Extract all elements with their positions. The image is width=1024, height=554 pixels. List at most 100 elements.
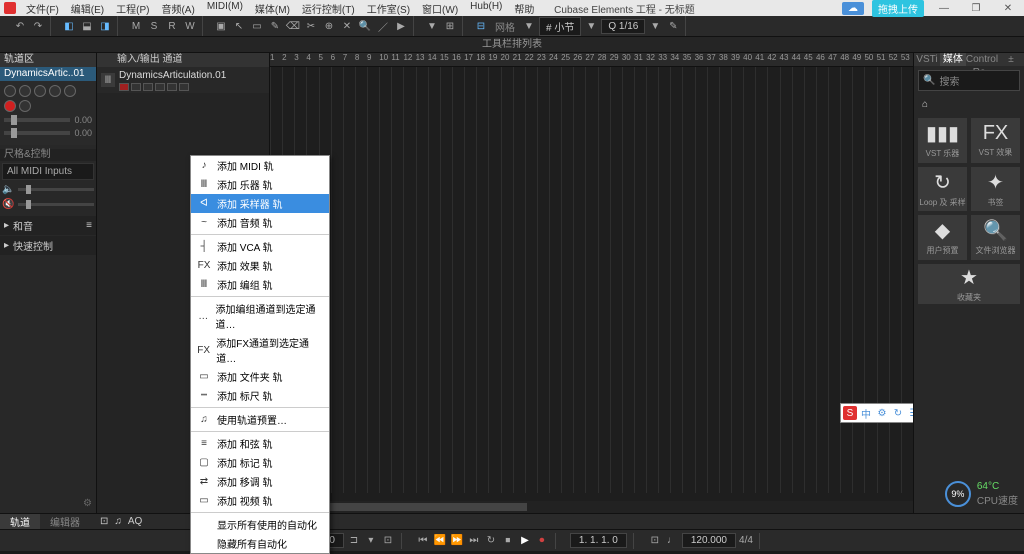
context-item[interactable]: ┤添加 VCA 轨 <box>191 237 329 256</box>
read-button[interactable]: R <box>164 18 180 34</box>
chord-section[interactable]: ▸和音≡ <box>0 216 96 235</box>
playhead-position[interactable]: 1. 1. 1. 0 <box>570 533 627 548</box>
fast-rewind-button[interactable]: ⏪ <box>433 535 447 546</box>
bottom-btn-1[interactable]: ⊡ <box>100 516 108 527</box>
solo-toggle[interactable] <box>19 85 31 97</box>
channel-fader[interactable] <box>18 188 94 191</box>
menu-project[interactable]: 工程(P) <box>112 1 153 16</box>
mute-toggle[interactable] <box>4 85 16 97</box>
tab-media[interactable]: 媒体 <box>940 53 966 66</box>
track-rec-button[interactable] <box>119 83 129 91</box>
menu-edit[interactable]: 编辑(E) <box>67 1 108 16</box>
mute-button[interactable]: M <box>128 18 144 34</box>
ime-toolbar[interactable]: S 中 ⚙ ↻ ☰ ⇵ ✎ ⊡ <box>840 403 913 423</box>
track-name[interactable]: DynamicsArticulation.01 <box>119 70 265 81</box>
tile-bookmarks[interactable]: ✦书签 <box>971 167 1020 212</box>
track-write-button[interactable] <box>179 83 189 91</box>
context-item[interactable]: ▭添加 文件夹 轨 <box>191 367 329 386</box>
context-item[interactable]: ♪添加 MIDI 轨 <box>191 156 329 175</box>
menu-audio[interactable]: 音频(A) <box>157 1 198 16</box>
tile-loops[interactable]: ↻Loop 及 采样 <box>918 167 967 212</box>
quick-control-section[interactable]: ▸快速控制 <box>0 236 96 255</box>
maximize-button[interactable]: ❐ <box>964 3 988 14</box>
write-button[interactable]: W <box>182 18 198 34</box>
context-item[interactable]: ▢添加 标记 轨 <box>191 453 329 472</box>
routing-header[interactable]: 尺格&控制 <box>0 149 96 161</box>
tile-vst-instruments[interactable]: ▮▮▮VST 乐器 <box>918 118 967 163</box>
panel-right-button[interactable]: ◨ <box>97 18 113 34</box>
menu-window[interactable]: 窗口(W) <box>418 1 462 16</box>
tile-file-browser[interactable]: 🔍文件浏览器 <box>971 215 1020 260</box>
tile-user-presets[interactable]: ◆用户预置 <box>918 215 967 260</box>
tool-arrow[interactable]: ↖ <box>231 18 247 34</box>
track-mute-button[interactable] <box>143 83 153 91</box>
loop-button[interactable]: ↻ <box>484 535 498 546</box>
constrain-button[interactable]: ⊞ <box>442 18 458 34</box>
pan-slider[interactable] <box>4 131 70 135</box>
context-item[interactable]: FX添加FX通道到选定通道… <box>191 333 329 367</box>
context-item[interactable]: 隐藏所有自动化 <box>191 534 329 553</box>
horizontal-scrollbar[interactable] <box>270 501 913 513</box>
track-monitor-button[interactable] <box>131 83 141 91</box>
ime-btn-2[interactable]: ↻ <box>891 406 905 420</box>
context-item[interactable]: ▭添加 视频 轨 <box>191 491 329 510</box>
record-enable-toggle[interactable] <box>4 100 16 112</box>
tool-play[interactable]: ▶ <box>393 18 409 34</box>
context-item[interactable]: …添加编组通道到选定通道… <box>191 299 329 333</box>
redo-button[interactable]: ↷ <box>30 18 46 34</box>
ime-cn-icon[interactable]: 中 <box>859 406 873 420</box>
tool-glue[interactable]: ⊕ <box>321 18 337 34</box>
upload-button[interactable]: 拖拽上传 <box>872 0 924 17</box>
menu-file[interactable]: 文件(F) <box>22 1 63 16</box>
context-item[interactable]: ~添加 音频 轨 <box>191 213 329 232</box>
arrange-grid[interactable] <box>270 67 913 493</box>
transport-punch-button[interactable]: ▾ <box>364 535 378 546</box>
track-row[interactable]: Ⅲ DynamicsArticulation.01 <box>97 67 269 93</box>
minimize-button[interactable]: — <box>932 3 956 14</box>
click-button[interactable]: ⊡ <box>648 535 662 546</box>
track-read-button[interactable] <box>167 83 177 91</box>
context-item[interactable]: 显示所有使用的自动化 <box>191 515 329 534</box>
context-item[interactable]: Ⅲ添加 编组 轨 <box>191 275 329 294</box>
menu-hub[interactable]: Hub(H) <box>466 1 506 16</box>
color-button[interactable]: ▼ <box>424 18 440 34</box>
grid-type[interactable]: # 小节 <box>539 17 581 36</box>
tab-tracks[interactable]: 轨道 <box>0 514 40 529</box>
volume-slider[interactable] <box>4 118 70 122</box>
context-item[interactable]: ┅添加 标尺 轨 <box>191 386 329 405</box>
forward-end-button[interactable]: ⏭ <box>467 535 481 546</box>
tool-erase[interactable]: ⌫ <box>285 18 301 34</box>
quantize-value[interactable]: Q 1/16 <box>601 19 645 34</box>
context-item[interactable]: ⇄添加 移调 轨 <box>191 472 329 491</box>
cloud-icon[interactable]: ☁ <box>842 2 864 15</box>
signature-button[interactable]: 4/4 <box>739 535 753 546</box>
tempo-value[interactable]: 120.000 <box>682 533 736 548</box>
fast-forward-button[interactable]: ⏩ <box>450 535 464 546</box>
monitor-toggle[interactable] <box>64 85 76 97</box>
ime-btn-3[interactable]: ☰ <box>907 406 913 420</box>
record-button[interactable]: ⏺ <box>535 535 549 546</box>
io-channels-folder[interactable]: 输入/输出 通道 <box>97 53 269 67</box>
rewind-button[interactable]: ⏮ <box>416 535 430 546</box>
snap-dropdown[interactable]: ▼ <box>521 18 537 34</box>
tool-line[interactable]: ／ <box>375 18 391 34</box>
context-item[interactable]: Ⅲ添加 乐器 轨 <box>191 175 329 194</box>
context-item[interactable]: ♫使用轨道预置… <box>191 410 329 429</box>
menu-media[interactable]: 媒体(M) <box>251 1 294 16</box>
input-routing[interactable]: All MIDI Inputs <box>2 163 94 180</box>
tool-zoom[interactable]: 🔍 <box>357 18 373 34</box>
context-item[interactable]: ᐊ添加 采样器 轨 <box>191 194 329 213</box>
tab-control-room[interactable]: Control Ro.. <box>966 53 998 66</box>
snap-button[interactable]: ⊟ <box>473 18 489 34</box>
tool-select[interactable]: ▣ <box>213 18 229 34</box>
home-icon[interactable]: ⌂ <box>914 95 1024 114</box>
channel-fader-2[interactable] <box>18 203 94 206</box>
inspector-settings[interactable]: ⚙ <box>0 494 96 513</box>
tab-more[interactable]: ± <box>998 53 1024 66</box>
tool-split[interactable]: ✂ <box>303 18 319 34</box>
timeline-ruler[interactable]: 1234567891011121314151617181920212223242… <box>270 53 913 67</box>
tab-editor[interactable]: 编辑器 <box>40 514 90 529</box>
solo-button[interactable]: S <box>146 18 162 34</box>
tile-vst-effects[interactable]: FXVST 效果 <box>971 118 1020 163</box>
tempo-track-button[interactable]: ♩ <box>665 535 679 546</box>
